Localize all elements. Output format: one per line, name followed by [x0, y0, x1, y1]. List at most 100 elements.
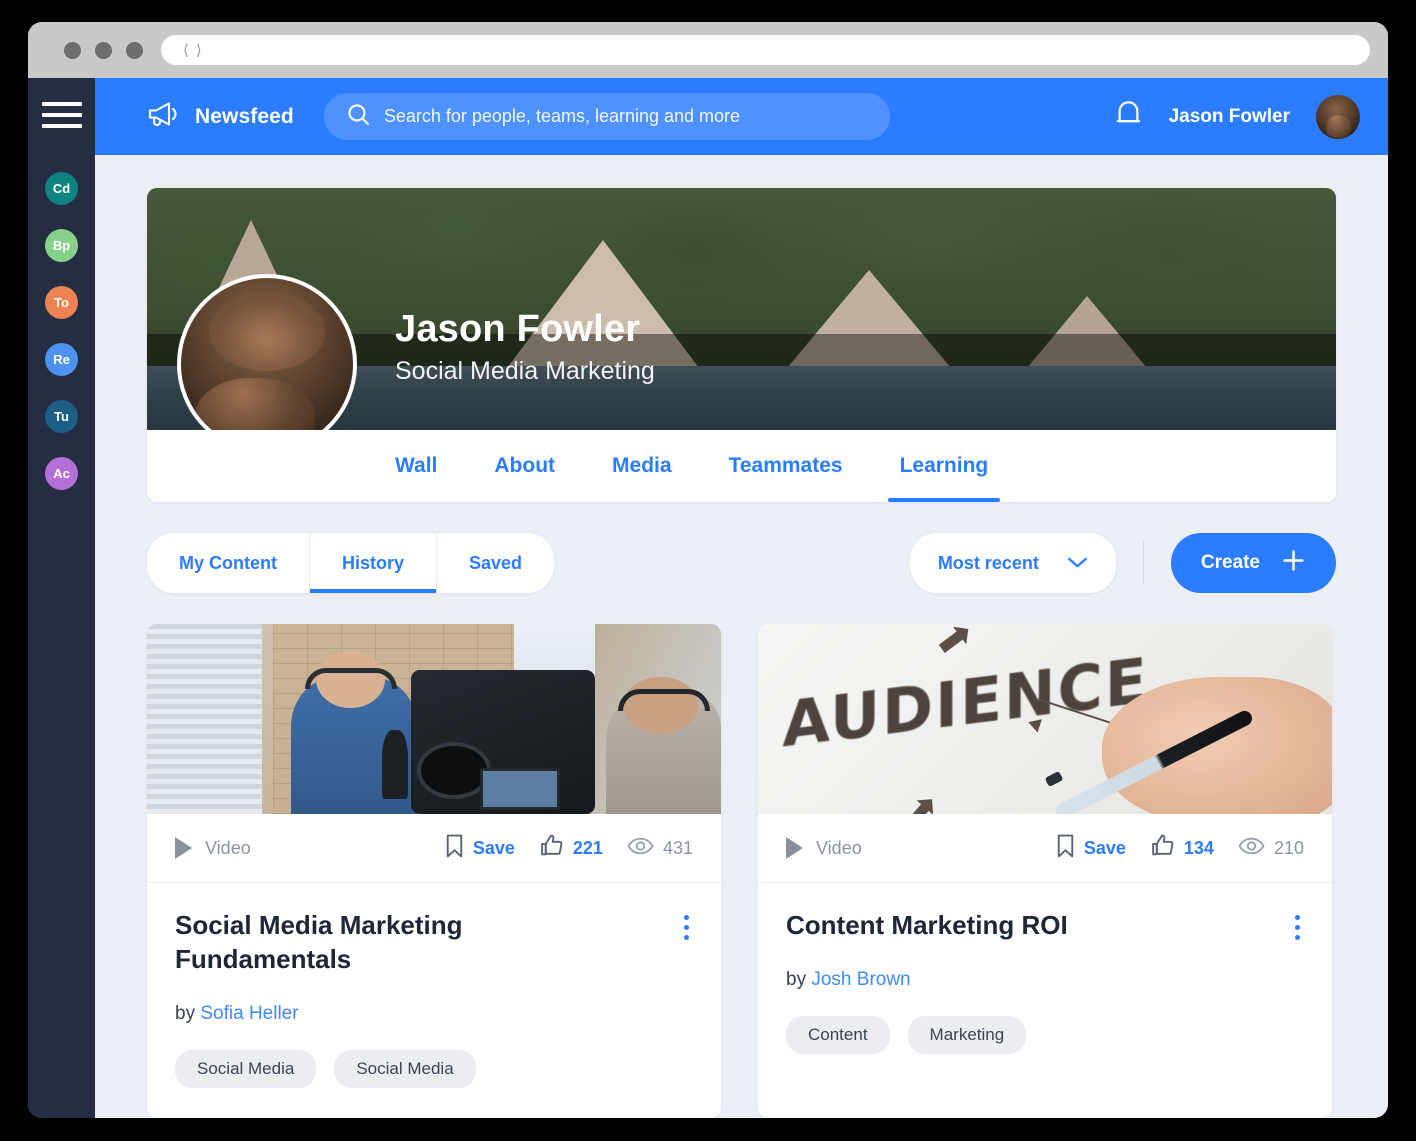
bell-icon[interactable]: [1114, 99, 1143, 135]
sort-dropdown[interactable]: Most recent: [909, 533, 1116, 593]
segment-label: Saved: [469, 552, 523, 573]
sidebar-avatar-initials: To: [54, 295, 69, 310]
like-button[interactable]: 134: [1150, 833, 1214, 863]
save-button[interactable]: Save: [1056, 834, 1126, 863]
chevron-left-icon[interactable]: ⟨: [183, 43, 189, 58]
segment-label: History: [342, 552, 405, 573]
sidebar-avatar-tu[interactable]: Tu: [45, 400, 78, 433]
bookmark-icon: [1056, 834, 1075, 863]
profile-identity: Jason Fowler Social Media Marketing: [395, 308, 655, 386]
segment-my-content[interactable]: My Content: [147, 533, 309, 593]
close-window-dot[interactable]: [64, 41, 81, 59]
like-button[interactable]: 221: [539, 833, 603, 863]
play-icon: [786, 837, 803, 859]
card-author-link[interactable]: Josh Brown: [811, 969, 910, 990]
card-author-link[interactable]: Sofia Heller: [200, 1003, 298, 1024]
sidebar-avatar-ac[interactable]: Ac: [45, 457, 78, 490]
top-navigation-bar: Newsfeed Search for people, teams, learn…: [95, 78, 1388, 155]
left-sidebar: Cd Bp To Re Tu Ac: [28, 78, 95, 1118]
tab-label: Wall: [395, 454, 438, 477]
kebab-menu-icon[interactable]: [1291, 911, 1304, 944]
content-toolbar: My Content History Saved Most recent Cre…: [147, 533, 1336, 593]
maximize-window-dot[interactable]: [126, 41, 143, 59]
newsfeed-brand[interactable]: Newsfeed: [147, 101, 294, 132]
bookmark-icon: [445, 834, 464, 863]
sidebar-avatar-to[interactable]: To: [45, 286, 78, 319]
card-type: Video: [175, 837, 251, 859]
tab-teammates[interactable]: Teammates: [729, 430, 843, 502]
megaphone-icon: [147, 101, 181, 132]
tab-learning[interactable]: Learning: [887, 430, 1000, 502]
app-shell: Cd Bp To Re Tu Ac Newsfeed Search for pe…: [28, 78, 1388, 1118]
content-card[interactable]: Video Save 221 431 Social Media Marketin…: [147, 624, 721, 1118]
segment-saved[interactable]: Saved: [436, 533, 554, 593]
sidebar-avatar-re[interactable]: Re: [45, 343, 78, 376]
search-input[interactable]: [383, 106, 868, 127]
eye-icon: [627, 836, 654, 861]
card-type: Video: [786, 837, 862, 859]
content-card-list: Video Save 221 431 Social Media Marketin…: [147, 624, 1336, 1118]
card-author-prefix: by: [786, 968, 807, 990]
eye-icon: [1238, 836, 1265, 861]
profile-card: Jason Fowler Social Media Marketing Wall…: [147, 188, 1336, 502]
browser-chrome: ⟨ ⟩: [28, 22, 1388, 78]
address-bar[interactable]: ⟨ ⟩: [161, 35, 1370, 65]
view-count-group: 210: [1238, 836, 1304, 861]
chevron-right-icon[interactable]: ⟩: [196, 43, 202, 58]
save-label: Save: [1083, 837, 1126, 858]
create-button-label: Create: [1200, 552, 1260, 573]
tab-media[interactable]: Media: [612, 430, 672, 502]
content-region: Jason Fowler Social Media Marketing Wall…: [95, 155, 1388, 1118]
card-tags: Content Marketing: [786, 1015, 1304, 1054]
profile-role: Social Media Marketing: [395, 357, 655, 385]
kebab-menu-icon[interactable]: [680, 911, 693, 944]
sidebar-avatar-initials: Tu: [54, 409, 69, 424]
tab-label: Teammates: [728, 454, 843, 477]
card-actions: Save 134 210: [1056, 833, 1304, 863]
tab-label: About: [494, 454, 556, 477]
sidebar-avatar-initials: Ac: [53, 466, 70, 481]
card-body: Social Media Marketing Fundamentals by S…: [147, 883, 721, 1118]
card-meta-bar: Video Save: [758, 814, 1332, 883]
segment-history[interactable]: History: [309, 533, 437, 593]
card-type-label: Video: [205, 837, 251, 858]
save-button[interactable]: Save: [445, 834, 515, 863]
card-meta-bar: Video Save: [147, 814, 721, 883]
top-bar-right: Jason Fowler: [1114, 94, 1360, 139]
avatar[interactable]: [1316, 94, 1360, 139]
tag[interactable]: Social Media: [175, 1049, 317, 1088]
sort-value: Most recent: [937, 552, 1039, 573]
top-bar-user-name[interactable]: Jason Fowler: [1169, 106, 1290, 128]
tag[interactable]: Marketing: [907, 1015, 1027, 1054]
thumbs-up-icon: [539, 833, 564, 863]
card-thumbnail[interactable]: [147, 624, 721, 814]
content-card[interactable]: ⬈ AUDIENCE ⬈ Video Save 134 210 Content …: [758, 624, 1332, 1118]
like-count: 134: [1183, 837, 1214, 858]
tab-wall[interactable]: Wall: [395, 430, 437, 502]
card-thumbnail[interactable]: ⬈ AUDIENCE ⬈: [758, 624, 1332, 814]
card-author-line: by Josh Brown: [786, 969, 1304, 991]
plus-icon: [1281, 548, 1306, 579]
card-title[interactable]: Content Marketing ROI: [786, 909, 1216, 943]
tab-about[interactable]: About: [494, 430, 555, 502]
toolbar-right: Most recent Create: [909, 533, 1336, 593]
tag[interactable]: Social Media: [334, 1049, 476, 1088]
create-button[interactable]: Create: [1170, 533, 1336, 593]
sidebar-avatar-initials: Cd: [52, 181, 71, 196]
view-count: 431: [662, 837, 693, 858]
window-controls[interactable]: [46, 41, 143, 59]
sidebar-avatar-initials: Bp: [52, 238, 71, 253]
view-count-group: 431: [627, 836, 693, 861]
sidebar-avatar-bp[interactable]: Bp: [45, 229, 78, 262]
card-tags: Social Media Social Media: [175, 1049, 693, 1088]
tag[interactable]: Content: [786, 1015, 890, 1054]
sidebar-avatar-cd[interactable]: Cd: [45, 172, 78, 205]
save-label: Save: [472, 837, 515, 858]
thumbs-up-icon: [1150, 833, 1175, 863]
play-icon: [175, 837, 192, 859]
hamburger-menu-icon[interactable]: [41, 102, 82, 128]
card-title[interactable]: Social Media Marketing Fundamentals: [175, 909, 605, 977]
minimize-window-dot[interactable]: [95, 41, 112, 59]
global-search-box[interactable]: [323, 93, 890, 140]
card-author-line: by Sofia Heller: [175, 1003, 693, 1025]
